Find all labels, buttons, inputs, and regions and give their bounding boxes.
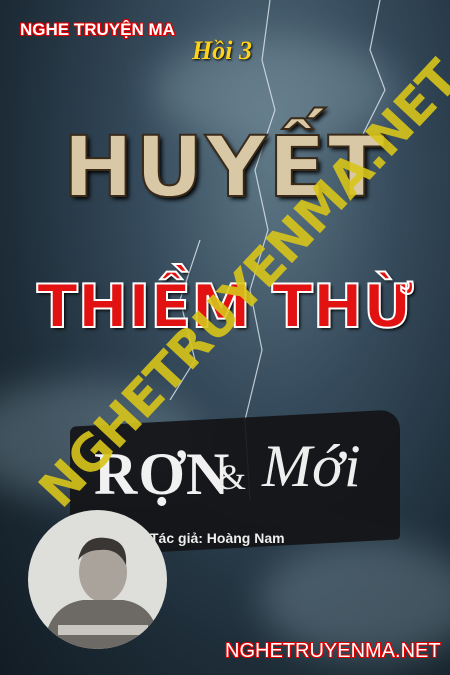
brand-part-2: Mới: [262, 433, 361, 499]
author-avatar: [28, 510, 167, 649]
episode-label: Hồi 3: [192, 36, 252, 65]
site-name-top: NGHE TRUYỆN MA: [20, 20, 175, 39]
site-name-bottom: NGHETRUYENMA.NET: [225, 640, 441, 662]
author-credit: Tác giả: Hoàng Nam: [150, 530, 285, 546]
brand-ampersand: &: [218, 457, 247, 497]
book-cover: NGHE TRUYỆN MA Hồi 3 HUYẾT THIỀM THỪ RỢN…: [0, 0, 450, 675]
person-photo-icon: [43, 537, 160, 649]
